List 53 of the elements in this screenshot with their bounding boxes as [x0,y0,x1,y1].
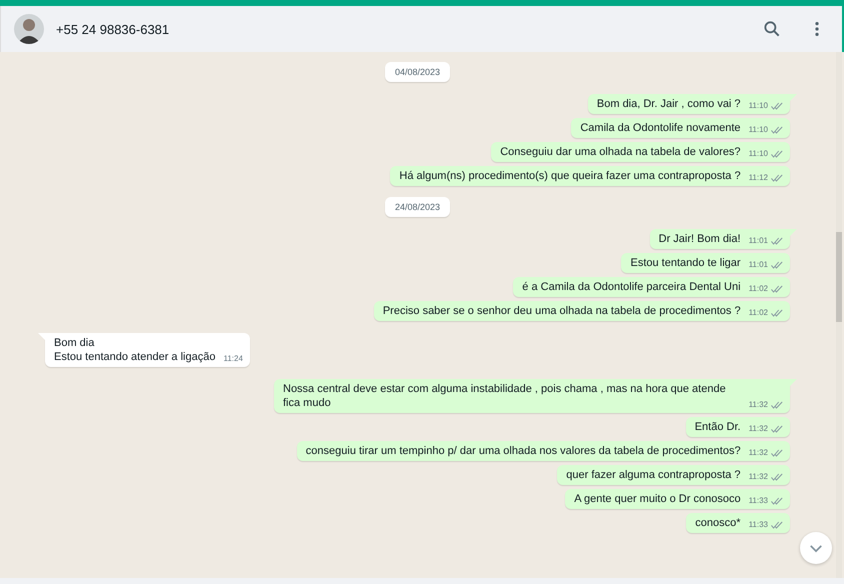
double-check-icon [771,473,783,481]
message-text: conseguiu tirar um tempinho p/ dar uma olhada nos valores da tabela de procedimentos? [306,444,741,458]
message-time: 11:32 [748,423,768,435]
message-time: 11:02 [748,307,768,319]
scrollbar-thumb[interactable] [836,232,842,322]
double-check-icon [771,102,783,110]
message-text: Preciso saber se o senhor deu uma olhada na tabela de procedimentos ? [382,304,741,318]
message-time: 11:01 [748,235,768,247]
menu-icon[interactable] [814,20,820,38]
double-check-icon [771,425,783,433]
double-check-icon [771,449,783,457]
message-time: 11:33 [748,519,768,531]
contact-avatar[interactable] [14,14,44,44]
message-time: 11:02 [748,283,768,295]
message-time: 11:01 [748,259,768,271]
message-time: 11:33 [748,495,768,507]
date-label: 24/08/2023 [384,197,450,217]
double-check-icon [771,126,783,134]
message-time: 11:10 [748,100,768,112]
message-text: Conseguiu dar uma olhada na tabela de valores? [500,145,741,159]
message-time: 11:32 [748,471,768,483]
message-text: Dr Jair! Bom dia! [658,232,741,246]
message-text: Bom dia, Dr. Jair , como vai ? [596,97,741,111]
double-check-icon [771,521,783,529]
double-check-icon [771,285,783,293]
message-text: é a Camila da Odontolife parceira Dental Uni [522,280,741,294]
message-text: quer fazer alguma contraproposta ? [566,468,741,482]
double-check-icon [771,497,783,505]
date-label: 04/08/2023 [384,62,450,82]
message-text: Estou tentando te ligar [630,256,741,270]
message-time: 11:32 [748,399,768,411]
message-text: Nossa central deve estar com alguma instabilidade , pois chama , mas na hora que atende fica mudo [283,382,727,410]
message-text: Bom dia Estou tentando atender a ligação [54,336,216,364]
message-text: Camila da Odontolife novamente [580,121,741,135]
double-check-icon [771,150,783,158]
message-text: Então Dr. [694,420,741,434]
message-text: conosco* [695,516,741,530]
double-check-icon [771,309,783,317]
message-time: 11:10 [748,148,768,160]
search-icon[interactable] [762,19,782,39]
double-check-icon [771,401,783,409]
double-check-icon [771,261,783,269]
double-check-icon [771,174,783,182]
message-text: A gente quer muito o Dr conosoco [574,492,741,506]
double-check-icon [771,237,783,245]
message-time: 11:10 [748,124,768,136]
message-time: 11:24 [223,353,243,365]
scroll-down-button[interactable] [800,532,832,564]
message-time: 11:32 [748,447,768,459]
message-text: Há algum(ns) procedimento(s) que queira fazer uma contraproposta ? [399,169,741,183]
message-time: 11:12 [748,172,768,184]
contact-name[interactable]: +55 24 98836-6381 [56,22,170,36]
chevron-down-icon [809,544,823,552]
